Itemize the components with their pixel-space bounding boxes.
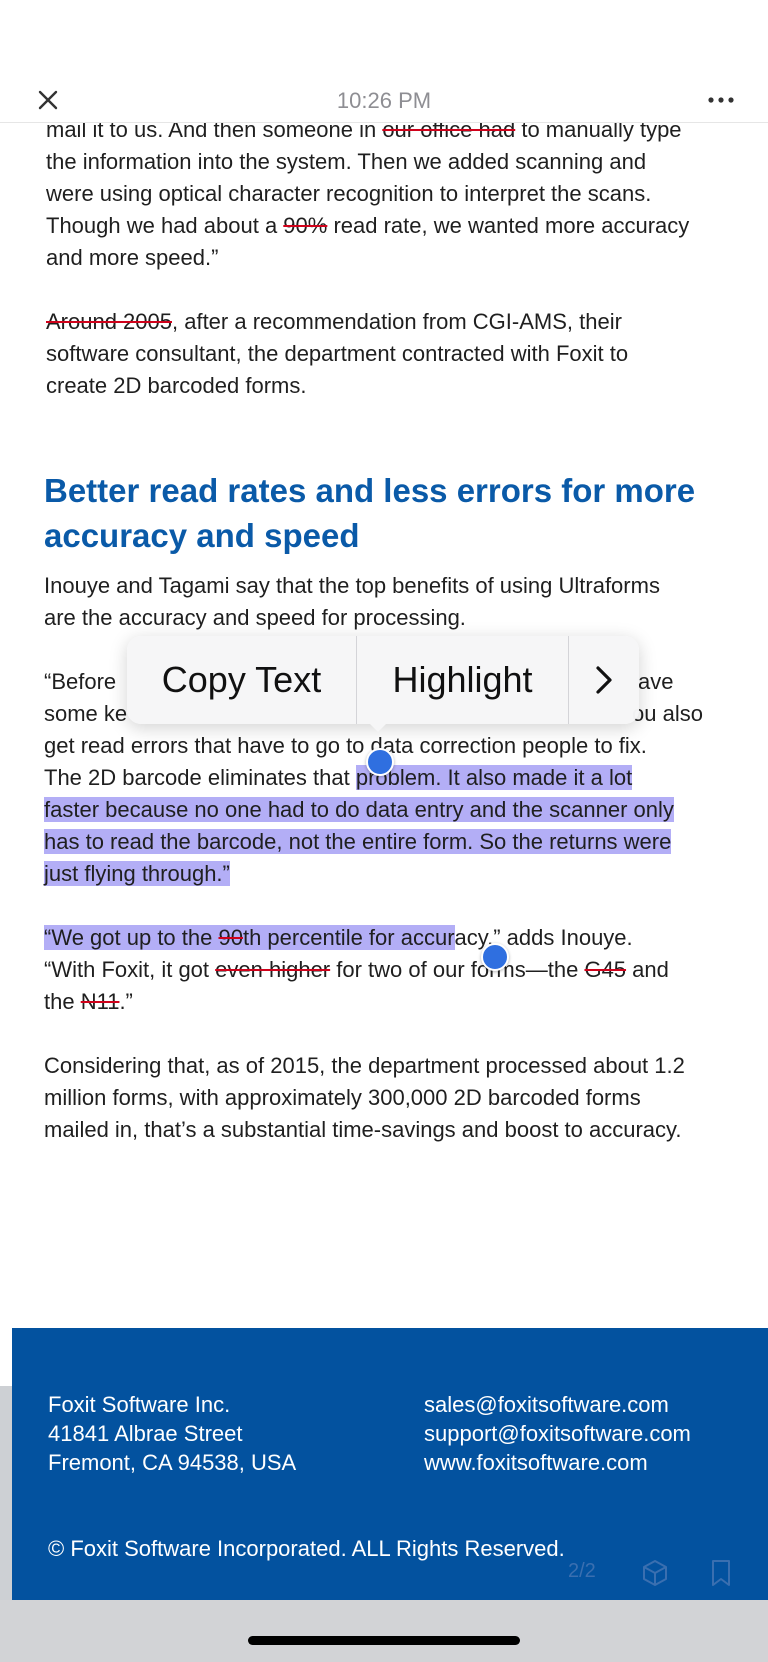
text-line: get read errors that have to go to data …: [44, 733, 647, 758]
text-line: Inouye and Tagami say that the top benef…: [44, 573, 660, 598]
highlighted-text[interactable]: problem. It also made it a lot: [355, 765, 633, 790]
paragraph-1: mail it to us. And then someone in our o…: [46, 114, 766, 274]
copyright-text: © Foxit Software Incorporated. ALL Right…: [48, 1536, 565, 1561]
text-line: “We got up to the 90th percentile for ac…: [44, 925, 633, 950]
chevron-right-icon[interactable]: [569, 636, 639, 724]
selection-start-handle[interactable]: [366, 748, 394, 776]
text-line: create 2D barcoded forms.: [46, 373, 307, 398]
text-line: Around 2005, after a recommendation from…: [46, 309, 622, 334]
heading-line: Better read rates and less errors for mo…: [44, 472, 696, 509]
highlighted-text[interactable]: just flying through.”: [44, 861, 230, 886]
selection-end-handle[interactable]: [481, 943, 509, 971]
strike-annotation: 90%: [283, 213, 328, 238]
text-line: software consultant, the department cont…: [46, 341, 629, 366]
highlight-button[interactable]: Highlight: [357, 636, 568, 724]
text-line: just flying through.”: [44, 858, 768, 890]
page-edge: [0, 1386, 12, 1600]
paragraph-3: Inouye and Tagami say that the top benef…: [44, 570, 764, 634]
strike-annotation: 90: [218, 925, 243, 950]
status-time: 10:26 PM: [336, 88, 432, 113]
section-heading: Better read rates and less errors for mo…: [44, 468, 744, 558]
system-bottom-bar: [0, 1600, 768, 1662]
text-line: mailed in, that’s a substantial time-sav…: [44, 1117, 682, 1142]
paragraph-5: “We got up to the 90th percentile for ac…: [44, 922, 768, 1018]
strike-annotation: N11: [80, 989, 120, 1014]
text-line: million forms, with approximately 300,00…: [44, 1085, 641, 1110]
text-line: Though we had about a 90% read rate, we …: [46, 213, 690, 238]
text-line: the information into the system. Then we…: [46, 149, 647, 174]
strike-annotation: Around 2005: [46, 309, 172, 334]
website-link[interactable]: www.foxitsoftware.com: [424, 1448, 691, 1477]
paragraph-2: Around 2005, after a recommendation from…: [46, 306, 766, 402]
text-line: and more speed.”: [46, 245, 219, 270]
text-line: The 2D barcode eliminates that problem. …: [44, 765, 633, 790]
paragraph-6: Considering that, as of 2015, the depart…: [44, 1050, 768, 1146]
support-email-link[interactable]: support@foxitsoftware.com: [424, 1419, 691, 1448]
home-indicator[interactable]: [248, 1636, 520, 1645]
text-line: faster because no one had to do data ent…: [44, 794, 768, 826]
more-icon[interactable]: [706, 88, 736, 112]
text-line: has to read the barcode, not the entire …: [44, 826, 768, 858]
text-line: Considering that, as of 2015, the depart…: [44, 1053, 685, 1078]
strike-annotation: G45: [584, 957, 627, 982]
heading-line: accuracy and speed: [44, 517, 360, 554]
company-address: Foxit Software Inc. 41841 Albrae Street …: [48, 1390, 296, 1477]
city-address: Fremont, CA 94538, USA: [48, 1450, 297, 1475]
highlighted-text[interactable]: has to read the barcode, not the entire …: [44, 829, 672, 854]
highlighted-text[interactable]: “We got up to the 90th percentile for ac…: [44, 925, 455, 950]
strike-annotation: even higher: [215, 957, 331, 982]
text-line: were using optical character recognition…: [46, 181, 652, 206]
sales-email-link[interactable]: sales@foxitsoftware.com: [424, 1390, 691, 1419]
highlighted-text[interactable]: faster because no one had to do data ent…: [44, 797, 674, 822]
street-address: 41841 Albrae Street: [48, 1421, 243, 1446]
copy-text-button[interactable]: Copy Text: [127, 636, 356, 724]
bookmark-icon[interactable]: [708, 1558, 734, 1588]
company-name: Foxit Software Inc.: [48, 1392, 231, 1417]
text-selection-menu: Copy Text Highlight: [127, 636, 639, 724]
top-toolbar: 10:26 PM: [0, 0, 768, 123]
cube-icon[interactable]: [640, 1558, 670, 1588]
text-line: “With Foxit, it got even higher for two …: [44, 957, 669, 982]
text-line: the N11.”: [44, 989, 133, 1014]
page-indicator: 2/2: [568, 1560, 596, 1582]
company-contacts: sales@foxitsoftware.com support@foxitsof…: [424, 1390, 691, 1477]
text-line: are the accuracy and speed for processin…: [44, 605, 466, 630]
menu-pointer: [364, 718, 392, 732]
